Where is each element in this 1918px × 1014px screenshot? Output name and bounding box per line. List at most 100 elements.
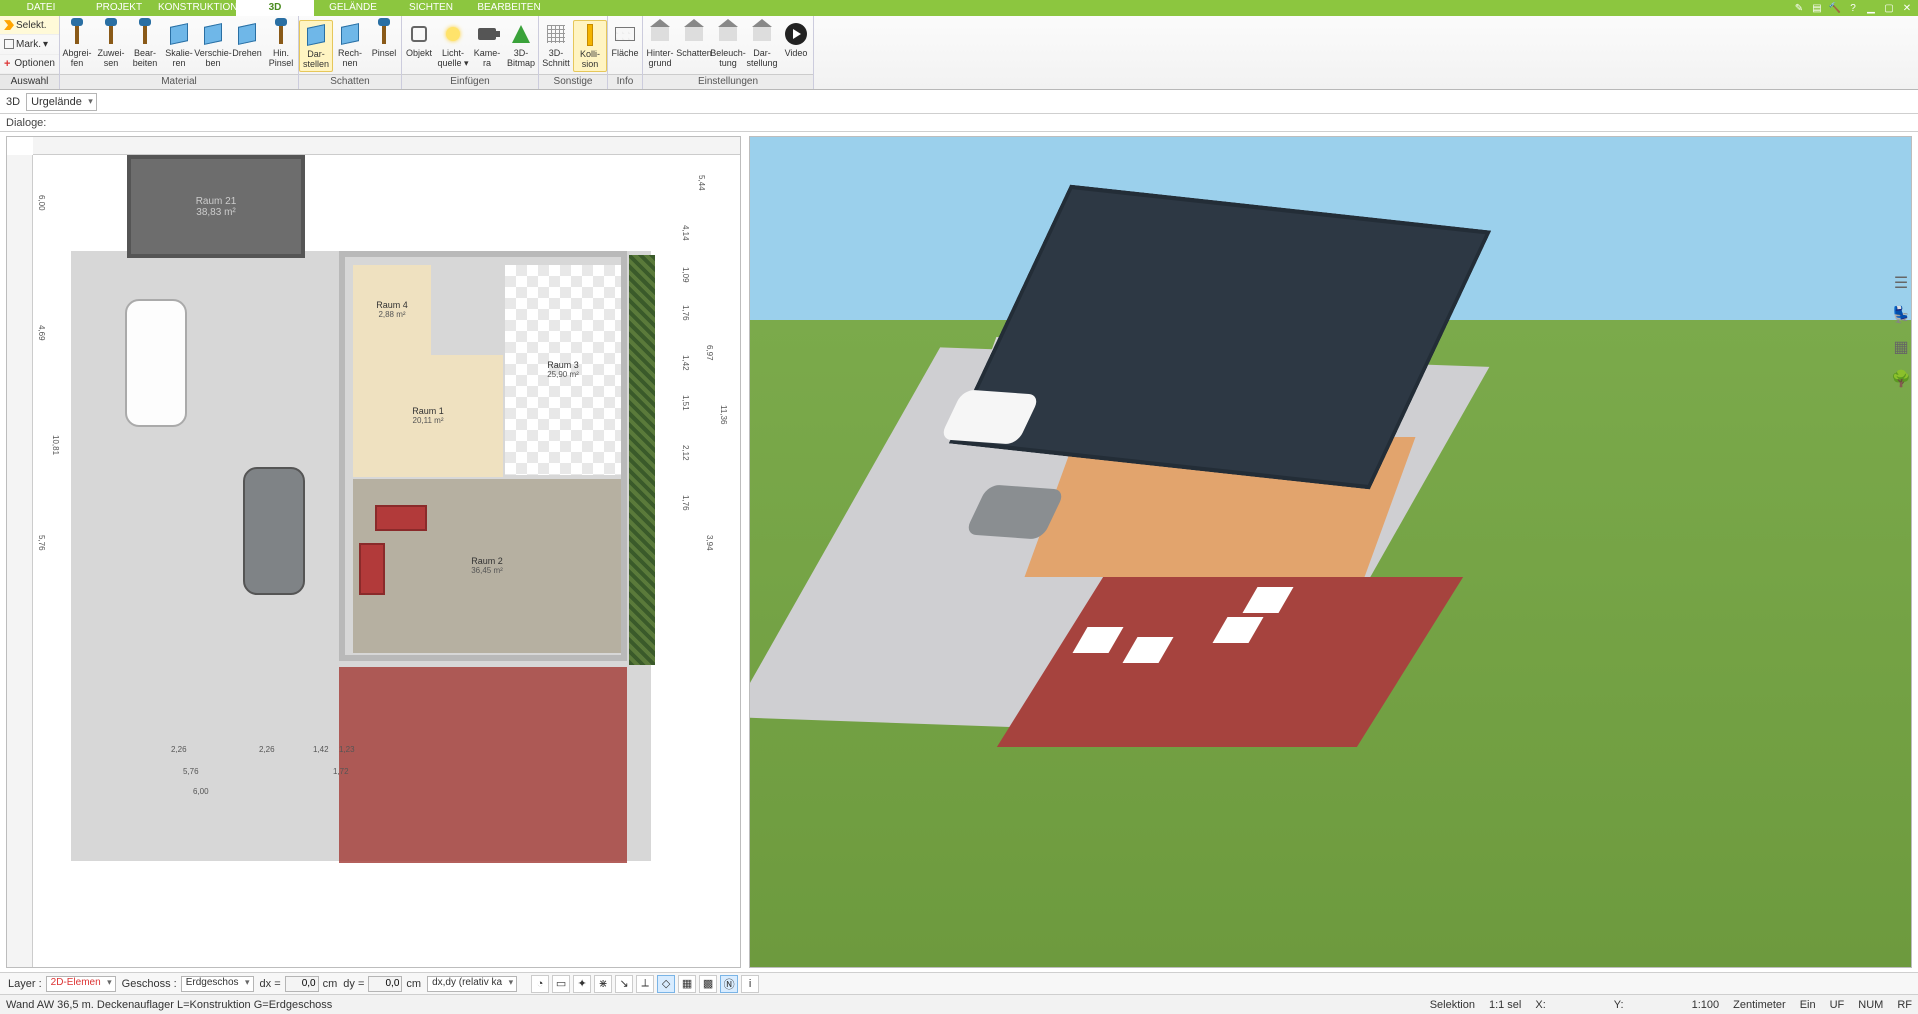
room4-area: 2,88 m² xyxy=(378,310,405,320)
dim-right-tot-b: 11,36 xyxy=(719,405,728,424)
ribbon-btn-bitmap[interactable]: 3D- Bitmap xyxy=(504,20,538,70)
ribbon-btn-skalieren[interactable]: Skalie- ren xyxy=(162,20,196,70)
terrace[interactable] xyxy=(339,667,627,863)
ribbon-btn-kollision[interactable]: Kolli- sion xyxy=(573,20,607,72)
layers-icon[interactable]: ☰ xyxy=(1890,272,1912,294)
ribbon-btn-video[interactable]: Video xyxy=(779,20,813,60)
ribbon-btn-darstellen[interactable]: Dar- stellen xyxy=(299,20,333,72)
bearbeiten-label: Bear- beiten xyxy=(133,48,158,68)
ruler-icon[interactable]: ▤ xyxy=(1810,1,1824,15)
tab-bearbeiten[interactable]: BEARBEITEN xyxy=(470,0,548,16)
ribbon-btn-bearbeiten[interactable]: Bear- beiten xyxy=(128,20,162,70)
help-icon[interactable]: ? xyxy=(1846,1,1860,15)
snap-line-icon[interactable]: ◇ xyxy=(657,975,675,993)
screen-icon[interactable]: ▭ xyxy=(552,975,570,993)
room-3[interactable]: Raum 325,90 m² xyxy=(505,265,621,475)
snap-mid-icon[interactable]: ⋇ xyxy=(594,975,612,993)
tab-gelaende[interactable]: GELÄNDE xyxy=(314,0,392,16)
dy-input[interactable] xyxy=(368,976,402,992)
chair-icon[interactable]: 💺 xyxy=(1890,304,1912,326)
tree-icon[interactable]: 🌳 xyxy=(1890,368,1912,390)
clock-icon[interactable]: ◔ xyxy=(531,975,549,993)
dim-bottom-c: 1,42 xyxy=(313,745,329,754)
car-white[interactable] xyxy=(125,299,187,427)
ribbon-btn-rechnen[interactable]: Rech- nen xyxy=(333,20,367,70)
tab-konstruktion[interactable]: KONSTRUKTION xyxy=(158,0,236,16)
flaeche-icon xyxy=(613,22,637,46)
ruler-horizontal xyxy=(33,137,740,155)
ribbon-btn-beleuchtung[interactable]: Beleuch- tung xyxy=(711,20,745,70)
ribbon-group-label: Einfügen xyxy=(402,74,538,89)
snap-grid1-icon[interactable]: ▦ xyxy=(678,975,696,993)
ribbon-btn-abgreifen[interactable]: Abgrei- fen xyxy=(60,20,94,70)
dim-bottom-b: 2,26 xyxy=(259,745,275,754)
snap-end-icon[interactable]: ↘ xyxy=(615,975,633,993)
ribbon-group-einfügen: ObjektLicht- quelle ▾Kame- ra3D- Bitmap E… xyxy=(402,16,539,89)
ribbon-btn-darstellung[interactable]: Dar- stellung xyxy=(745,20,779,70)
ribbon-btn-schnitt[interactable]: 3D- Schnitt xyxy=(539,20,573,70)
ribbon-btn-verschieben[interactable]: Verschie- ben xyxy=(196,20,230,70)
geschoss-combo[interactable]: Erdgeschos xyxy=(181,976,254,992)
snap-grid2-icon[interactable]: ▩ xyxy=(699,975,717,993)
tab-datei[interactable]: DATEI xyxy=(2,0,80,16)
options-button[interactable]: +Optionen xyxy=(0,55,59,74)
dx-field: dx = cm xyxy=(260,976,338,992)
hinpinsel-icon xyxy=(269,22,293,46)
room-21[interactable]: Raum 21 38,83 m² xyxy=(127,155,305,258)
info-icon[interactable]: i xyxy=(741,975,759,993)
tab-3d[interactable]: 3D xyxy=(236,0,314,16)
dim-right-1: 5,44 xyxy=(697,175,706,191)
view-selector[interactable]: Urgelände xyxy=(26,93,97,111)
pen-icon[interactable]: ✎ xyxy=(1792,1,1806,15)
bitmap-label: 3D- Bitmap xyxy=(507,48,535,68)
geschoss-label: Geschoss : xyxy=(122,978,177,990)
minimize-icon[interactable]: ▁ xyxy=(1864,1,1878,15)
mark-button[interactable]: Mark. ▾ xyxy=(0,35,59,54)
rechnen-icon xyxy=(338,22,362,46)
sofa-1[interactable] xyxy=(375,505,427,531)
ribbon-btn-zuweisen[interactable]: Zuwei- sen xyxy=(94,20,128,70)
maximize-icon[interactable]: ▢ xyxy=(1882,1,1896,15)
dim-left-a: 6,00 xyxy=(37,195,46,211)
ribbon-btn-hintergrund[interactable]: Hinter- grund xyxy=(643,20,677,70)
kollision-icon xyxy=(578,23,602,47)
pane-2d[interactable]: 6,00 4,69 10,81 5,76 Raum 21 38,83 m² Ra… xyxy=(6,136,741,968)
dx-input[interactable] xyxy=(285,976,319,992)
ribbon-btn-drehen[interactable]: Drehen xyxy=(230,20,264,60)
room21-area: 38,83 m² xyxy=(196,207,235,218)
select-button[interactable]: Selekt. xyxy=(0,16,59,35)
dim-right-6: 1,51 xyxy=(681,395,690,411)
car-suv[interactable] xyxy=(243,467,305,595)
select-label: Selekt. xyxy=(16,20,47,31)
ribbon-btn-licht[interactable]: Licht- quelle ▾ xyxy=(436,20,470,70)
ribbon-btn-objekt[interactable]: Objekt xyxy=(402,20,436,60)
tab-sichten[interactable]: SICHTEN xyxy=(392,0,470,16)
ribbon-btn-flaeche[interactable]: Fläche xyxy=(608,20,642,60)
relative-mode-combo[interactable]: dx,dy (relativ ka xyxy=(427,976,517,992)
dim-right-8: 1,76 xyxy=(681,495,690,511)
snap-node-icon[interactable]: ✦ xyxy=(573,975,591,993)
room-1[interactable]: Raum 120,11 m² xyxy=(353,355,503,477)
pane-3d[interactable] xyxy=(749,136,1912,968)
view-bar: 3D Urgelände xyxy=(0,90,1918,114)
room-4[interactable]: Raum 42,88 m² xyxy=(353,265,431,355)
snap-perp-icon[interactable]: ⟂ xyxy=(636,975,654,993)
room1-name: Raum 1 xyxy=(412,406,444,416)
status-uf: UF xyxy=(1830,999,1845,1011)
sofa-2[interactable] xyxy=(359,543,385,595)
layer-combo[interactable]: 2D-Elemen xyxy=(46,976,116,992)
status-message: Wand AW 36,5 m. Deckenauflager L=Konstru… xyxy=(6,999,332,1011)
status-y-label: Y: xyxy=(1614,999,1624,1011)
tab-projekt[interactable]: PROJEKT xyxy=(80,0,158,16)
dim-left-d: 5,76 xyxy=(37,535,46,551)
palette-icon[interactable]: ▦ xyxy=(1890,336,1912,358)
dy-unit: cm xyxy=(406,978,421,990)
ribbon-btn-pinsel[interactable]: Pinsel xyxy=(367,20,401,60)
canvas-2d[interactable]: 6,00 4,69 10,81 5,76 Raum 21 38,83 m² Ra… xyxy=(33,155,740,967)
ribbon-btn-schatten2[interactable]: Schatten xyxy=(677,20,711,60)
close-icon[interactable]: ✕ xyxy=(1900,1,1914,15)
compass-icon[interactable]: Ⓝ xyxy=(720,975,738,993)
ribbon-btn-kamera[interactable]: Kame- ra xyxy=(470,20,504,70)
ribbon-btn-hinpinsel[interactable]: Hin. Pinsel xyxy=(264,20,298,70)
hammer-icon[interactable]: 🔨 xyxy=(1828,1,1842,15)
